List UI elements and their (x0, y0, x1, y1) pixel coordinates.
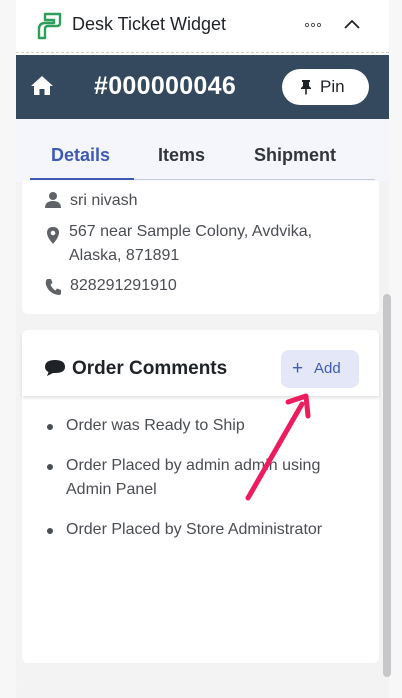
tab-bar: Details Items Shipment (16, 119, 389, 181)
plus-icon: + (292, 358, 304, 379)
order-comments-title: Order Comments (72, 358, 228, 379)
tab-details[interactable]: Details (51, 145, 110, 166)
order-comments-header: Order Comments + Add (22, 330, 379, 396)
tab-items[interactable]: Items (158, 145, 205, 166)
location-icon (47, 227, 59, 244)
home-icon[interactable] (30, 74, 54, 96)
comment-item: Order Placed by Store Administrator (66, 521, 323, 538)
customer-name: sri nivash (70, 192, 138, 209)
pin-label: Pin (320, 77, 345, 96)
ticket-number: #000000046 (94, 72, 237, 100)
pin-icon (301, 80, 311, 95)
customer-card: sri nivash 567 near Sample Colony, Avdvi… (22, 181, 379, 314)
order-comments-card: Order Comments + Add Order was Ready to … (22, 330, 379, 663)
customer-address: 567 near Sample Colony, Avdvika, Alaska,… (69, 223, 313, 264)
active-tab-indicator (30, 178, 134, 180)
details-content: sri nivash 567 near Sample Colony, Avdvi… (16, 181, 389, 685)
ticket-bar: #000000046 Pin (16, 55, 389, 119)
widget-header: Desk Ticket Widget (16, 0, 389, 53)
add-comment-label: Add (314, 360, 341, 377)
desk-logo-icon (37, 12, 62, 40)
user-icon (45, 192, 61, 208)
phone-icon (45, 279, 61, 295)
pin-button[interactable]: Pin (282, 69, 369, 105)
widget-panel: Desk Ticket Widget #000000046 Pin Detail… (16, 0, 389, 685)
add-comment-button[interactable]: + Add (281, 350, 359, 388)
tab-shipment[interactable]: Shipment (254, 145, 336, 166)
more-horizontal-icon[interactable] (304, 22, 322, 28)
bullet-icon (47, 528, 53, 534)
customer-phone: 828291291910 (70, 277, 177, 294)
bullet-icon (47, 464, 53, 470)
bullet-icon (47, 424, 53, 430)
page-background-left (0, 0, 16, 698)
comment-icon (45, 360, 65, 376)
chevron-up-icon[interactable] (343, 17, 361, 31)
annotation-arrow-icon (245, 393, 311, 501)
widget-title: Desk Ticket Widget (72, 14, 227, 34)
scrollbar-thumb[interactable] (383, 294, 391, 677)
